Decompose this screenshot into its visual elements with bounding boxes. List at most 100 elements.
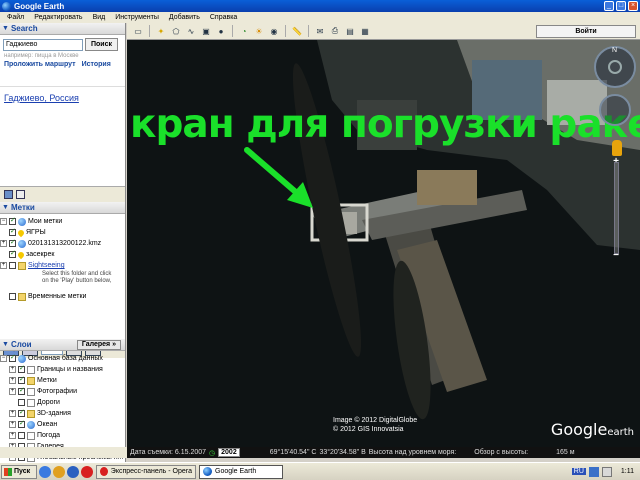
layer-row[interactable]: + Метки xyxy=(0,375,125,386)
map-toolbar: ▭ ✦ ⬠ ∿ ▣ ● ◔ ☀ ◉ 📏 ✉ ⎙ ▤ ▦ Войти xyxy=(127,23,640,40)
tree-row-temp[interactable]: Временные метки xyxy=(0,291,125,302)
search-result-link[interactable]: Гаджиево, Россия xyxy=(0,87,125,109)
layer-row[interactable]: + Границы и названия xyxy=(0,364,125,375)
checkbox[interactable] xyxy=(18,375,25,384)
copy-icon[interactable] xyxy=(16,190,25,199)
taskbar-opera-button[interactable]: Экспресс-панель - Opera xyxy=(96,464,196,479)
checkbox[interactable] xyxy=(18,419,25,428)
checkbox[interactable] xyxy=(9,238,16,247)
compass-control[interactable]: N xyxy=(594,46,636,88)
add-path-icon[interactable]: ∿ xyxy=(184,25,198,37)
search-input[interactable] xyxy=(3,38,83,51)
close-button[interactable]: × xyxy=(628,1,638,11)
search-section-header[interactable]: ▼ Search xyxy=(0,23,125,35)
menu-help[interactable]: Справка xyxy=(205,14,242,21)
add-folder-icon[interactable] xyxy=(4,190,13,199)
network-icon[interactable] xyxy=(588,466,599,477)
checkbox[interactable] xyxy=(18,386,25,395)
street-view-pegman-icon[interactable] xyxy=(612,140,622,156)
print-icon[interactable]: ⎙ xyxy=(328,25,342,37)
checkbox[interactable] xyxy=(9,249,16,258)
save-image-icon[interactable]: ▤ xyxy=(343,25,357,37)
expand-plus-icon[interactable]: + xyxy=(9,410,16,417)
expand-plus-icon[interactable]: + xyxy=(9,388,16,395)
login-button[interactable]: Войти xyxy=(536,25,636,38)
expand-plus-icon[interactable]: + xyxy=(9,432,16,439)
add-polygon-icon[interactable]: ⬠ xyxy=(169,25,183,37)
collapse-triangle-icon: ▼ xyxy=(2,341,9,348)
map-view[interactable]: кран для погрузки ракет N + − Image © 20… xyxy=(127,40,640,447)
checkbox[interactable] xyxy=(18,408,25,417)
language-indicator[interactable]: RU xyxy=(571,468,586,475)
expand-plus-icon[interactable]: + xyxy=(0,240,7,247)
email-icon[interactable]: ✉ xyxy=(313,25,327,37)
google-maps-icon[interactable]: ▦ xyxy=(358,25,372,37)
ruler-icon[interactable]: 📏 xyxy=(290,25,304,37)
checkbox[interactable] xyxy=(9,353,16,362)
collapse-minus-icon[interactable]: − xyxy=(0,355,7,362)
layer-row[interactable]: − Основная база данных xyxy=(0,353,125,364)
side-panel: ▼ Search Поиск например: пицца в Москве … xyxy=(0,23,126,464)
layer-label: Погода xyxy=(37,432,61,439)
checkbox[interactable] xyxy=(18,364,25,373)
layer-row[interactable]: + 3D-здания xyxy=(0,408,125,419)
layer-row[interactable]: + Океан xyxy=(0,419,125,430)
expand-plus-icon[interactable]: + xyxy=(9,366,16,373)
record-tour-icon[interactable]: ● xyxy=(214,25,228,37)
quicklaunch-media-icon[interactable] xyxy=(53,465,65,478)
menu-file[interactable]: Файл xyxy=(2,14,29,21)
quicklaunch-ie-icon[interactable] xyxy=(39,465,51,478)
menu-add[interactable]: Добавить xyxy=(164,14,205,21)
places-header-label: Метки xyxy=(10,203,35,212)
placemark-pin-icon xyxy=(16,228,26,237)
checkbox[interactable] xyxy=(9,227,16,236)
imagery-date: Дата съемки: 6.15.2007 xyxy=(130,449,207,456)
expand-plus-icon[interactable]: + xyxy=(9,421,16,428)
layers-section-header[interactable]: ▼ Слои Галерея » xyxy=(0,339,125,351)
add-overlay-icon[interactable]: ▣ xyxy=(199,25,213,37)
historical-imagery-icon[interactable]: ◔ xyxy=(237,25,251,37)
volume-icon[interactable] xyxy=(601,466,612,477)
menu-tools[interactable]: Инструменты xyxy=(110,14,164,21)
maximize-button[interactable]: □ xyxy=(616,1,626,11)
tree-row-my-places[interactable]: − Мои метки xyxy=(0,216,125,227)
gallery-button[interactable]: Галерея » xyxy=(76,340,121,350)
quicklaunch-opera-icon[interactable] xyxy=(81,465,93,478)
expand-plus-icon[interactable]: + xyxy=(0,262,7,269)
tree-row-sightseeing[interactable]: + Sightseeing xyxy=(0,260,125,271)
add-placemark-icon[interactable]: ✦ xyxy=(154,25,168,37)
route-link[interactable]: Проложить маршрут xyxy=(4,61,76,68)
zoom-out-button[interactable]: − xyxy=(609,250,623,261)
checkbox[interactable] xyxy=(9,262,16,269)
planets-icon[interactable]: ◉ xyxy=(267,25,281,37)
checkbox[interactable] xyxy=(18,399,25,406)
expand-plus-icon[interactable]: + xyxy=(9,377,16,384)
placemark-pin-icon xyxy=(16,250,26,259)
sightseeing-link[interactable]: Sightseeing xyxy=(28,262,65,269)
tree-row-place[interactable]: + 020131313200122.kmz xyxy=(0,238,125,249)
layer-row[interactable]: + Фотографии xyxy=(0,386,125,397)
checkbox[interactable] xyxy=(9,216,16,225)
layer-row[interactable]: + Погода xyxy=(0,430,125,441)
layer-row[interactable]: Дороги xyxy=(0,397,125,408)
minimize-button[interactable]: _ xyxy=(604,1,614,11)
start-button[interactable]: Пуск xyxy=(1,464,37,479)
checkbox[interactable] xyxy=(18,432,25,439)
zoom-slider[interactable] xyxy=(614,162,619,254)
quicklaunch-desktop-icon[interactable] xyxy=(67,465,79,478)
tree-row-place[interactable]: засекрек xyxy=(0,249,125,260)
collapse-minus-icon[interactable]: − xyxy=(0,218,7,225)
taskbar-google-earth-button[interactable]: Google Earth xyxy=(199,464,283,479)
history-link[interactable]: История xyxy=(82,61,111,68)
search-button[interactable]: Поиск xyxy=(85,38,118,51)
menu-view[interactable]: Вид xyxy=(88,14,111,21)
menu-edit[interactable]: Редактировать xyxy=(29,14,87,21)
tree-row-place[interactable]: ЯГРЫ xyxy=(0,227,125,238)
move-joystick-control[interactable] xyxy=(599,94,631,126)
sidebar-toggle-icon[interactable]: ▭ xyxy=(131,25,145,37)
places-section-header[interactable]: ▼ Метки xyxy=(0,202,125,214)
sunlight-icon[interactable]: ☀ xyxy=(252,25,266,37)
checkbox[interactable] xyxy=(9,293,16,300)
imagery-year-badge[interactable]: 2002 xyxy=(218,448,240,457)
history-clock-icon[interactable]: ◷ xyxy=(209,449,215,457)
